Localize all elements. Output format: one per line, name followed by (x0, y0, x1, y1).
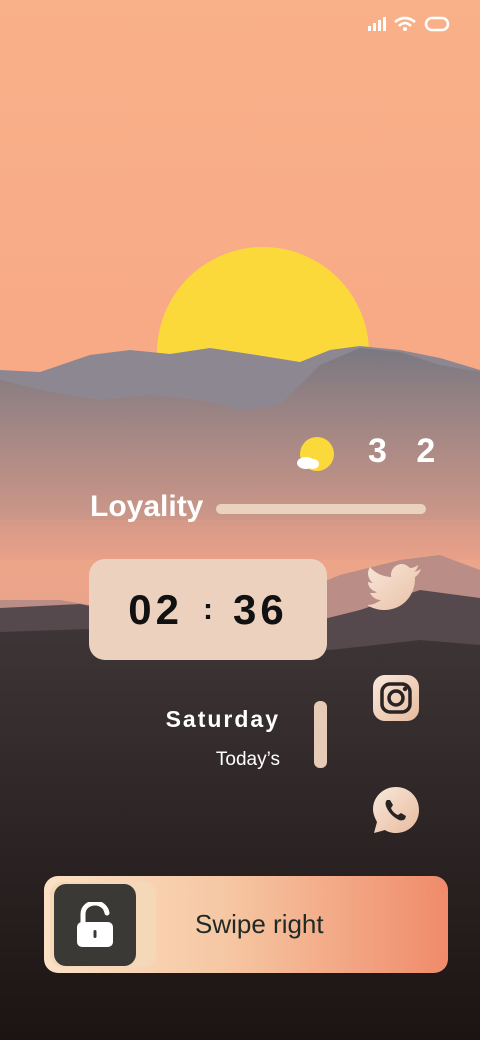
battery-icon (424, 16, 450, 32)
day-label: Saturday (165, 706, 280, 732)
status-bar (368, 16, 450, 32)
clock-hours: 02 (128, 585, 183, 633)
day-subtitle: Today’s (215, 749, 280, 770)
sun-cloud-icon (297, 437, 334, 471)
clock-separator: : (203, 592, 213, 626)
vertical-accent-bar (314, 701, 327, 768)
wifi-icon (394, 16, 416, 31)
brand-label: Loyality (90, 490, 204, 523)
swipe-label: Swipe right (195, 909, 324, 939)
whatsapp-icon[interactable] (372, 786, 420, 834)
swipe-knob[interactable] (54, 884, 136, 966)
instagram-icon[interactable] (373, 675, 419, 721)
unlock-icon (77, 902, 113, 947)
clock-minutes: 36 (233, 585, 288, 633)
clock-widget: 02 : 36 (89, 559, 327, 660)
twitter-icon[interactable] (368, 564, 422, 610)
signal-icon (368, 17, 386, 31)
temperature-value: 3 2 (368, 432, 446, 470)
progress-bar (216, 504, 426, 514)
